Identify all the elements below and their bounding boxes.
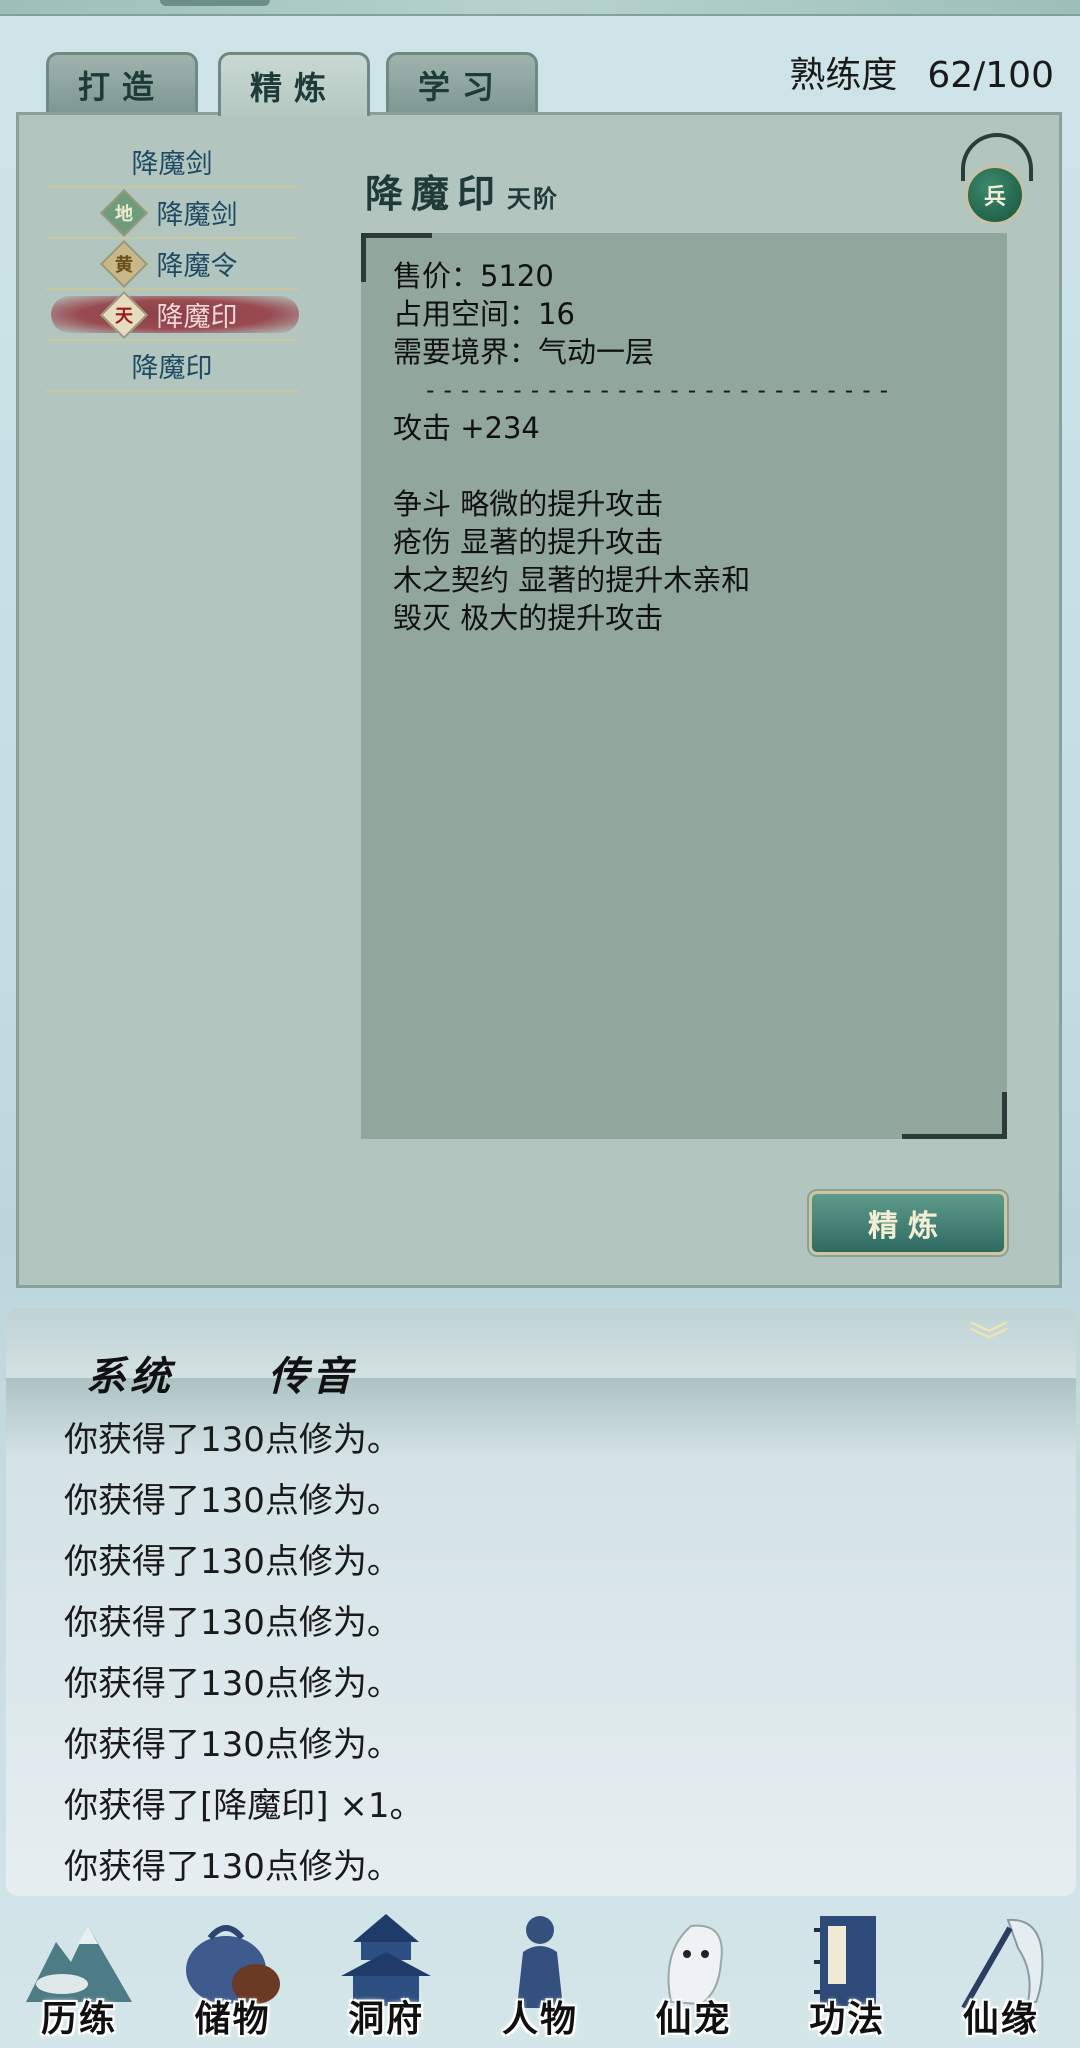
mastery-value: 62/100 bbox=[927, 55, 1054, 96]
nav-label: 洞府 bbox=[348, 1998, 425, 2040]
grade-yellow-icon: 黄 bbox=[99, 239, 148, 288]
item-trait: 争斗 略微的提升攻击 bbox=[393, 487, 664, 521]
nav-training[interactable]: 历练 bbox=[6, 1902, 152, 2048]
nav-label: 人物 bbox=[501, 1998, 578, 2040]
frame-corner bbox=[361, 233, 432, 282]
top-frame-knob bbox=[160, 0, 270, 6]
item-attack: 攻击 +234 bbox=[393, 411, 540, 445]
item-space: 占用空间：16 bbox=[393, 297, 575, 331]
nav-storage[interactable]: 储物 bbox=[160, 1902, 306, 2048]
item-description: 售价：5120 占用空间：16 需要境界：气动一层 --------------… bbox=[361, 233, 1007, 1139]
recipe-name: 降魔剑 bbox=[131, 149, 213, 180]
chat-message: 你获得了130点修为。 bbox=[64, 1847, 401, 1887]
weapon-badge-icon: 兵 bbox=[965, 165, 1025, 225]
chat-tab-whisper[interactable]: 传音 bbox=[258, 1344, 380, 1402]
item-price: 售价：5120 bbox=[393, 259, 554, 293]
nav-technique[interactable]: 功法 bbox=[774, 1902, 920, 2048]
tab-forge[interactable]: 打造 bbox=[46, 52, 198, 114]
recipe-item[interactable]: 黄 降魔令 bbox=[45, 239, 299, 290]
chat-messages: 你获得了130点修为。 你获得了130点修为。 你获得了130点修为。 你获得了… bbox=[64, 1410, 423, 1896]
recipe-item-selected[interactable]: 天 降魔印 bbox=[45, 290, 299, 341]
refine-panel: 降魔剑 地 降魔剑 黄 降魔令 天 降魔印 降魔印 降魔印 天阶 兵 售价：512… bbox=[16, 112, 1062, 1288]
collapse-chevron-icon[interactable]: ︾ bbox=[966, 1322, 1012, 1384]
recipe-group-header[interactable]: 降魔剑 bbox=[45, 137, 299, 188]
nav-label: 仙宠 bbox=[655, 1998, 732, 2040]
mastery-label: 熟练度 bbox=[789, 55, 898, 96]
recipe-name: 降魔印 bbox=[156, 302, 238, 333]
nav-cave[interactable]: 洞府 bbox=[313, 1902, 459, 2048]
recipe-name: 降魔令 bbox=[156, 251, 238, 282]
chat-message: 你获得了130点修为。 bbox=[64, 1725, 401, 1765]
nav-label: 功法 bbox=[809, 1998, 886, 2040]
nav-fate[interactable]: 仙缘 bbox=[928, 1902, 1074, 2048]
item-trait: 毁灭 极大的提升攻击 bbox=[393, 601, 664, 635]
nav-label: 储物 bbox=[194, 1998, 271, 2040]
chat-message: 你获得了130点修为。 bbox=[64, 1420, 401, 1460]
chat-message: 你获得了130点修为。 bbox=[64, 1542, 401, 1582]
chat-message: 你获得了[降魔印] ×1。 bbox=[64, 1786, 424, 1826]
recipe-group-header[interactable]: 降魔印 bbox=[45, 341, 299, 392]
nav-character[interactable]: 人物 bbox=[467, 1902, 613, 2048]
chat-message: 你获得了130点修为。 bbox=[64, 1603, 401, 1643]
nav-label: 历练 bbox=[40, 1998, 117, 2040]
tab-learn[interactable]: 学习 bbox=[386, 52, 538, 114]
recipe-item[interactable]: 地 降魔剑 bbox=[45, 188, 299, 239]
item-trait: 疮伤 显著的提升攻击 bbox=[393, 525, 664, 559]
chat-tab-system[interactable]: 系统 bbox=[76, 1344, 198, 1402]
item-name: 降魔印 bbox=[365, 171, 504, 216]
nav-pet[interactable]: 仙宠 bbox=[621, 1902, 767, 2048]
bottom-nav: 历练 储物 洞府 人物 仙宠 功法 仙缘 bbox=[0, 1902, 1080, 2048]
recipe-name: 降魔印 bbox=[131, 353, 213, 384]
frame-corner bbox=[902, 1092, 1007, 1139]
nav-label: 仙缘 bbox=[962, 1998, 1039, 2040]
mastery-display: 熟练度 62/100 bbox=[789, 46, 1054, 98]
item-title: 降魔印 天阶 bbox=[365, 163, 559, 218]
refine-button[interactable]: 精炼 bbox=[809, 1191, 1007, 1255]
grade-heaven-icon: 天 bbox=[99, 290, 148, 339]
recipe-name: 降魔剑 bbox=[156, 200, 238, 231]
item-trait: 木之契约 显著的提升木亲和 bbox=[393, 563, 751, 597]
tab-refine[interactable]: 精炼 bbox=[218, 52, 370, 116]
chat-message: 你获得了130点修为。 bbox=[64, 1481, 401, 1521]
top-frame bbox=[0, 0, 1080, 16]
item-realm: 需要境界：气动一层 bbox=[393, 335, 655, 369]
chat-message: 你获得了130点修为。 bbox=[64, 1664, 401, 1704]
chat-panel: 系统 传音 ︾ 你获得了130点修为。 你获得了130点修为。 你获得了130点… bbox=[6, 1308, 1076, 1896]
weapon-type-emblem: 兵 bbox=[953, 129, 1033, 225]
grade-earth-icon: 地 bbox=[99, 188, 148, 237]
recipe-list: 降魔剑 地 降魔剑 黄 降魔令 天 降魔印 降魔印 bbox=[45, 137, 299, 392]
separator: --------------------------- bbox=[423, 376, 895, 404]
item-grade: 天阶 bbox=[507, 184, 560, 213]
